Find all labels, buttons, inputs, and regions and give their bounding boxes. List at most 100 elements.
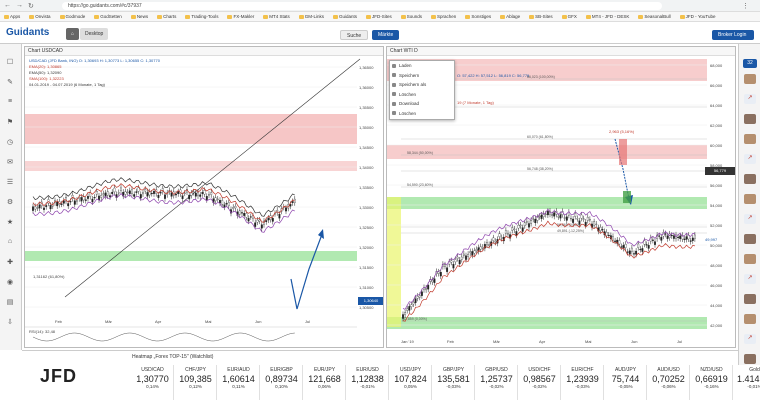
reload-icon[interactable]: ↻: [28, 2, 34, 10]
context-menu-item[interactable]: Speichern als: [392, 82, 426, 87]
heatmap-cell[interactable]: EUR/CHF 1,23939 -0,03%: [562, 365, 604, 400]
tool-icon[interactable]: ▤: [5, 298, 15, 307]
tool-icon[interactable]: ⚑: [5, 118, 15, 127]
avatar[interactable]: [744, 234, 756, 244]
search-button[interactable]: Suche: [340, 30, 369, 40]
tool-icon[interactable]: ✉: [5, 158, 15, 167]
folder-icon: [431, 14, 437, 19]
notification-badge[interactable]: 32: [743, 59, 757, 68]
avatar[interactable]: [744, 314, 756, 324]
tool-icon[interactable]: ⚙: [5, 198, 15, 207]
heatmap-cell[interactable]: EUR/GBP 0,89734 0,10%: [261, 365, 303, 400]
heatmap-cell[interactable]: AUD/JPY 75,744 -0,05%: [605, 365, 647, 400]
home-button[interactable]: ⌂: [66, 28, 80, 40]
tool-icon[interactable]: ≡: [5, 98, 15, 107]
trend-icon[interactable]: ↗: [744, 214, 756, 224]
tool-icon[interactable]: ◷: [5, 138, 15, 147]
heatmap-cell[interactable]: USD/CAD 1,30770 0,14%: [132, 365, 174, 400]
avatar[interactable]: [744, 254, 756, 264]
usdcad-chart-svg[interactable]: 1,36500 1,36000 1,35500 1,35000 1,34500 1,340…: [25, 47, 384, 348]
tool-icon[interactable]: ★: [5, 218, 15, 227]
y-tick-label: 1,33000: [359, 205, 374, 210]
bookmark-item[interactable]: News: [130, 14, 148, 19]
trend-icon[interactable]: ↗: [744, 94, 756, 104]
trend-icon[interactable]: ↗: [744, 334, 756, 344]
candle-body: [80, 197, 83, 202]
avatar[interactable]: [744, 134, 756, 144]
heatmap-cell[interactable]: EUR/JPY 121,668 0,06%: [304, 365, 346, 400]
forward-icon[interactable]: →: [16, 2, 23, 9]
tool-icon[interactable]: ✚: [5, 258, 15, 267]
candle-body: [146, 192, 149, 197]
bookmark-item[interactable]: SB-Sites: [529, 14, 553, 19]
bookmark-item[interactable]: Guidants: [333, 14, 357, 19]
tool-icon[interactable]: ☐: [5, 58, 15, 67]
context-menu-item[interactable]: Löschen: [392, 92, 416, 97]
context-menu-item[interactable]: Laden: [392, 63, 412, 68]
tool-icon[interactable]: ◉: [5, 278, 15, 287]
candle-body: [599, 227, 602, 231]
target-box-2: [623, 191, 631, 203]
bookmark-item[interactable]: Trading-Tools: [185, 14, 218, 19]
heatmap-cell[interactable]: NZD/USD 0,66919 -0,16%: [691, 365, 733, 400]
avatar[interactable]: [744, 174, 756, 184]
bookmark-item[interactable]: Sonstiges: [465, 14, 491, 19]
menu-icon: [392, 63, 396, 68]
menu-label: Laden: [399, 63, 412, 68]
tool-icon[interactable]: ☰: [5, 178, 15, 187]
bookmark-item[interactable]: MT4 Stats: [263, 14, 290, 19]
heatmap-cell[interactable]: USD/CHF 0,98567 -0,02%: [519, 365, 561, 400]
bookmark-item[interactable]: GM-Links: [298, 14, 324, 19]
trend-icon[interactable]: ↗: [744, 154, 756, 164]
bookmark-item[interactable]: Onvista: [29, 14, 51, 19]
trend-icon[interactable]: ↗: [744, 274, 756, 284]
avatar[interactable]: [744, 194, 756, 204]
bookmark-item[interactable]: GodSetten: [94, 14, 122, 19]
bookmark-item[interactable]: Sounds: [400, 14, 422, 19]
candle-body: [511, 227, 514, 231]
heatmap-price: 1,60614: [222, 374, 255, 384]
heatmap-cell[interactable]: Gold1.414,43-0,01%: [734, 365, 760, 400]
tool-icon[interactable]: ⇩: [5, 318, 15, 327]
browser-menu-icon[interactable]: ⋮: [742, 2, 749, 10]
avatar[interactable]: [744, 354, 756, 364]
bookmark-item[interactable]: FX-Makler: [227, 14, 254, 19]
heatmap-cell[interactable]: AUD/USD 0,70252 -0,06%: [648, 365, 690, 400]
tool-icon[interactable]: ✎: [5, 78, 15, 87]
heatmap-cell[interactable]: GBP/USD 1,25737 -0,02%: [476, 365, 518, 400]
bookmark-item[interactable]: Ablage: [500, 14, 520, 19]
candle-body: [433, 278, 436, 283]
bookmark-item[interactable]: SeasonalBull: [638, 14, 671, 19]
avatar[interactable]: [744, 74, 756, 84]
markets-button[interactable]: Märkte: [372, 30, 400, 40]
folder-icon: [157, 14, 163, 19]
candle-body: [49, 205, 52, 210]
bookmark-item[interactable]: JFD - YouTube: [679, 14, 716, 19]
url-field[interactable]: https://go.guidants.com/#c/37937: [62, 2, 662, 10]
avatar[interactable]: [744, 294, 756, 304]
candle-body: [670, 234, 673, 237]
heatmap-name: EUR/JPY: [313, 367, 336, 373]
heatmap-cell[interactable]: CHF/JPY 109,385 0,12%: [175, 365, 217, 400]
candle-body: [139, 194, 142, 199]
context-menu-item[interactable]: Löschen: [392, 111, 416, 116]
heatmap-cell[interactable]: GBP/JPY 135,581 -0,03%: [433, 365, 475, 400]
broker-login-button[interactable]: Broker Login: [712, 30, 754, 40]
bookmark-item[interactable]: Charts: [157, 14, 176, 19]
bookmark-label: JFD-Sites: [372, 14, 392, 19]
back-icon[interactable]: ←: [4, 2, 11, 9]
heatmap-cell[interactable]: USD/JPY 107,824 0,05%: [390, 365, 432, 400]
tool-icon[interactable]: ⌂: [5, 238, 15, 247]
heatmap-cell[interactable]: EUR/AUD 1,60614 0,11%: [218, 365, 260, 400]
desktop-tab[interactable]: Desktop: [80, 28, 109, 40]
avatar[interactable]: [744, 114, 756, 124]
bookmark-item[interactable]: Godmode: [59, 14, 85, 19]
bookmark-item[interactable]: Apps: [4, 14, 20, 19]
bookmark-item[interactable]: GFX: [561, 14, 577, 19]
bookmark-item[interactable]: JFD-Sites: [366, 14, 392, 19]
context-menu-item[interactable]: Speichern: [392, 73, 419, 78]
heatmap-cell[interactable]: EUR/USD 1,12838 -0,01%: [347, 365, 389, 400]
bookmark-item[interactable]: Sprachen: [431, 14, 456, 19]
context-menu-item[interactable]: Download: [392, 101, 419, 106]
bookmark-item[interactable]: MT4 - JFD - DESK: [585, 14, 629, 19]
